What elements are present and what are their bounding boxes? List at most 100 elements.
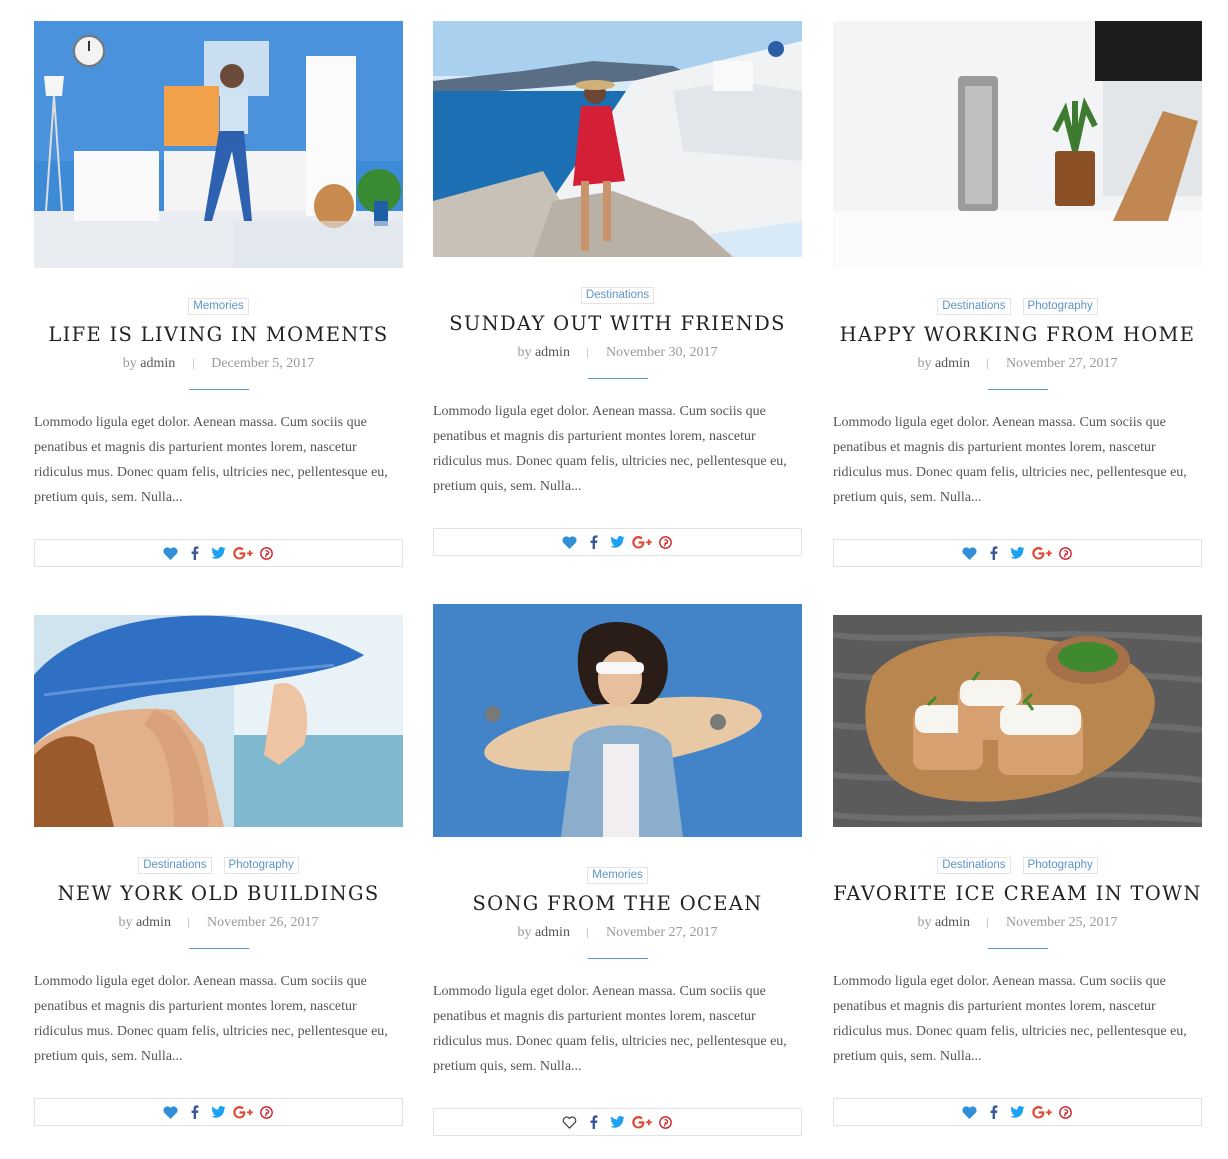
by-label: by (122, 356, 137, 371)
post-title[interactable]: FAVORITE ICE CREAM IN TOWN (833, 881, 1202, 907)
share-bar (833, 539, 1202, 567)
post-image (833, 615, 1202, 827)
post-date: November 26, 2017 (206, 915, 319, 930)
post-image (833, 21, 1202, 268)
twitter-icon[interactable] (207, 1100, 231, 1124)
post-excerpt: Lommodo ligula eget dolor. Aenean massa.… (833, 415, 1187, 505)
twitter-icon[interactable] (1006, 1100, 1030, 1124)
category-tag[interactable]: Photography (223, 857, 299, 874)
post-thumbnail[interactable] (833, 615, 1202, 827)
category-tag[interactable]: Destinations (138, 857, 212, 874)
post-thumbnail[interactable] (433, 604, 802, 837)
category-tag[interactable]: Destinations (937, 857, 1011, 874)
author-link[interactable]: admin (935, 356, 970, 371)
post-image (433, 604, 802, 837)
post-meta: by admin November 25, 2017 (833, 913, 1202, 933)
pinterest-icon[interactable] (1054, 1100, 1078, 1124)
title-divider (587, 958, 648, 959)
post-date: November 27, 2017 (1005, 356, 1118, 371)
category-tag[interactable]: Destinations (937, 298, 1011, 315)
post-thumbnail[interactable] (433, 21, 802, 257)
post-card: Memories LIFE IS LIVING IN MOMENTS by ad… (34, 21, 403, 567)
share-bar (433, 528, 802, 556)
twitter-icon[interactable] (606, 1110, 630, 1134)
post-title[interactable]: NEW YORK OLD BUILDINGS (34, 881, 403, 907)
post-image (34, 21, 403, 268)
category-tag[interactable]: Memories (587, 867, 648, 884)
pinterest-icon[interactable] (1054, 541, 1078, 565)
post-categories: Memories (34, 296, 403, 315)
pinterest-icon[interactable] (255, 1100, 279, 1124)
post-excerpt: Lommodo ligula eget dolor. Aenean massa.… (833, 974, 1187, 1064)
post-categories: Memories (433, 865, 802, 884)
post-title[interactable]: HAPPY WORKING FROM HOME (833, 322, 1202, 348)
by-label: by (517, 925, 532, 940)
google-plus-icon[interactable] (1030, 1100, 1054, 1124)
pinterest-icon[interactable] (654, 1110, 678, 1134)
title-divider (188, 389, 249, 390)
post-meta: by admin November 27, 2017 (433, 923, 802, 943)
meta-separator (987, 358, 989, 369)
heart-icon[interactable] (958, 541, 982, 565)
facebook-icon[interactable] (183, 1100, 207, 1124)
post-card: Destinations Photography HAPPY WORKING FR… (833, 21, 1202, 567)
share-bar (433, 1108, 802, 1136)
category-tag[interactable]: Photography (1022, 298, 1098, 315)
post-date: November 25, 2017 (1005, 915, 1118, 930)
post-date: November 30, 2017 (605, 345, 718, 360)
author-link[interactable]: admin (140, 356, 175, 371)
google-plus-icon[interactable] (630, 1110, 654, 1134)
heart-outline-icon[interactable] (558, 1110, 582, 1134)
post-thumbnail[interactable] (34, 615, 403, 827)
post-title[interactable]: LIFE IS LIVING IN MOMENTS (34, 322, 403, 348)
post-card: Destinations SUNDAY OUT WITH FRIENDS by … (433, 21, 802, 556)
facebook-icon[interactable] (982, 541, 1006, 565)
post-thumbnail[interactable] (833, 21, 1202, 268)
post-image (433, 21, 802, 257)
meta-separator (587, 927, 589, 938)
post-title[interactable]: SONG FROM THE OCEAN (433, 891, 802, 917)
heart-icon[interactable] (159, 1100, 183, 1124)
by-label: by (917, 356, 932, 371)
category-tag[interactable]: Destinations (580, 287, 655, 304)
facebook-icon[interactable] (982, 1100, 1006, 1124)
twitter-icon[interactable] (606, 530, 630, 554)
twitter-icon[interactable] (207, 541, 231, 565)
category-tag[interactable]: Photography (1022, 857, 1098, 874)
title-divider (987, 389, 1048, 390)
post-title[interactable]: SUNDAY OUT WITH FRIENDS (433, 311, 802, 337)
author-link[interactable]: admin (935, 915, 970, 930)
meta-separator (188, 917, 190, 928)
post-excerpt: Lommodo ligula eget dolor. Aenean massa.… (34, 415, 388, 505)
heart-icon[interactable] (558, 530, 582, 554)
category-tag[interactable]: Memories (188, 298, 249, 315)
share-bar (34, 1098, 403, 1126)
google-plus-icon[interactable] (231, 541, 255, 565)
by-label: by (118, 915, 133, 930)
google-plus-icon[interactable] (1030, 541, 1054, 565)
share-bar (34, 539, 403, 567)
title-divider (587, 378, 648, 379)
pinterest-icon[interactable] (654, 530, 678, 554)
post-categories: Destinations (433, 285, 802, 304)
facebook-icon[interactable] (183, 541, 207, 565)
heart-icon[interactable] (159, 541, 183, 565)
meta-separator (987, 917, 989, 928)
heart-icon[interactable] (958, 1100, 982, 1124)
post-date: December 5, 2017 (211, 356, 315, 371)
author-link[interactable]: admin (136, 915, 171, 930)
post-thumbnail[interactable] (34, 21, 403, 268)
by-label: by (517, 345, 532, 360)
post-meta: by admin November 26, 2017 (34, 913, 403, 933)
post-date: November 27, 2017 (605, 925, 718, 940)
pinterest-icon[interactable] (255, 541, 279, 565)
author-link[interactable]: admin (535, 925, 570, 940)
facebook-icon[interactable] (582, 530, 606, 554)
post-image (34, 615, 403, 827)
title-divider (188, 948, 249, 949)
google-plus-icon[interactable] (231, 1100, 255, 1124)
author-link[interactable]: admin (535, 345, 570, 360)
facebook-icon[interactable] (582, 1110, 606, 1134)
google-plus-icon[interactable] (630, 530, 654, 554)
twitter-icon[interactable] (1006, 541, 1030, 565)
